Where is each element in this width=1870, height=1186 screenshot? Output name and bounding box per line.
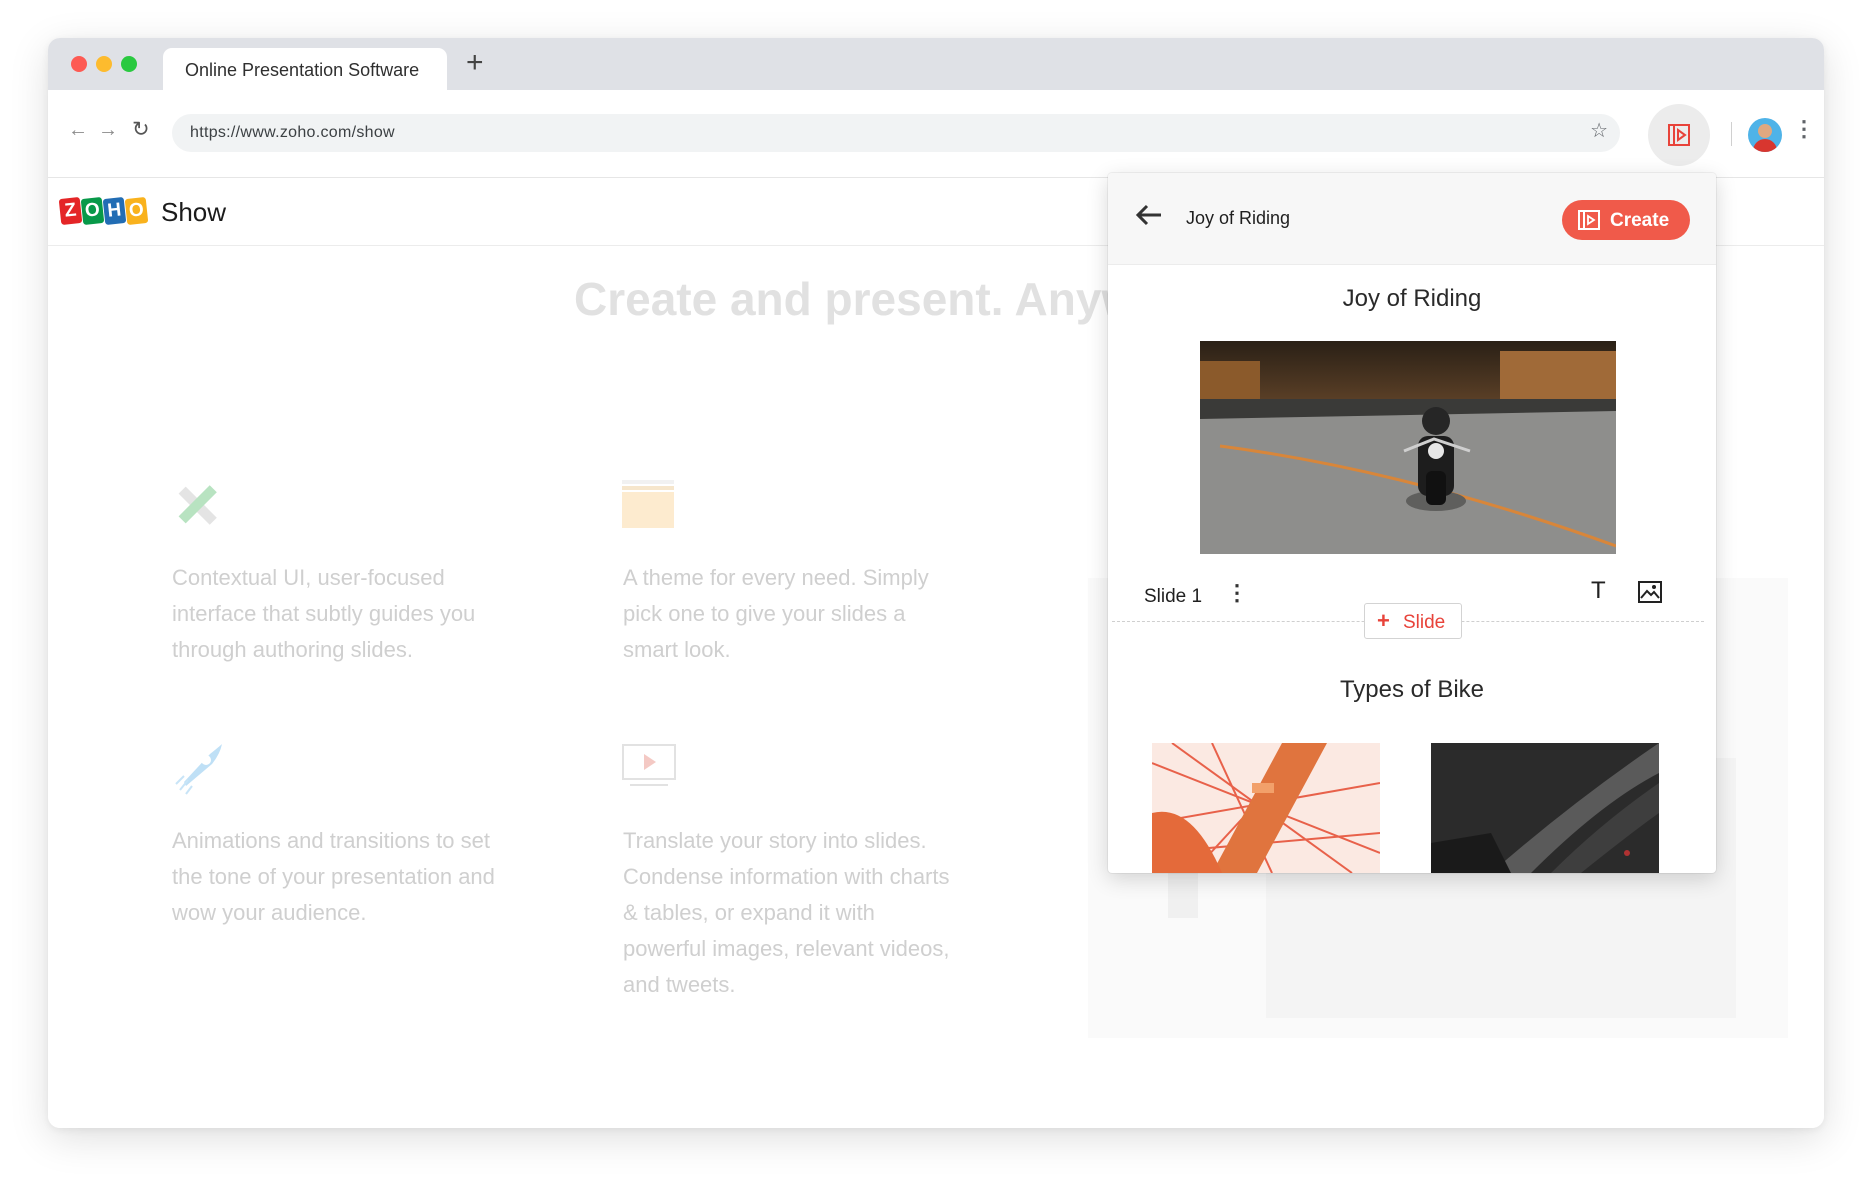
reload-icon[interactable]: ↻ [132, 119, 150, 140]
image-tool-icon[interactable] [1638, 581, 1662, 603]
forward-arrow-icon[interactable]: → [98, 120, 118, 140]
tab-title: Online Presentation Software [185, 60, 420, 80]
extension-button[interactable] [1648, 104, 1710, 166]
rocket-icon [175, 744, 222, 795]
logo-letter: O [80, 196, 105, 226]
product-name: Show [161, 197, 227, 227]
slide-heading: Types of Bike [1339, 676, 1485, 703]
create-label: Create [1610, 210, 1670, 231]
bookmark-star-icon[interactable]: ☆ [1590, 121, 1608, 141]
folder-icon [622, 480, 674, 528]
add-slide-label: Slide [1403, 612, 1446, 633]
feature-text: Translate your story into slides. Conden… [623, 828, 950, 997]
close-window-button[interactable] [71, 56, 87, 72]
maximize-window-button[interactable] [121, 56, 137, 72]
tab-strip: Online Presentation Software + [48, 38, 1824, 90]
back-arrow-icon[interactable]: ← [68, 120, 88, 140]
feature-text: Animations and transitions to set the to… [172, 828, 495, 925]
address-bar[interactable]: https://www.zoho.com/show ☆ [172, 114, 1620, 152]
slide-number-label: Slide 1 [1144, 586, 1203, 607]
toolbar-divider [1731, 122, 1732, 146]
slide-options-icon[interactable]: ⋮ [1226, 582, 1248, 604]
bike-dark-image[interactable] [1431, 743, 1659, 873]
text-tool-icon[interactable]: T [1591, 578, 1606, 604]
show-extension-panel: Joy of Riding Create Joy of Riding Slide… [1108, 173, 1716, 873]
browser-tab[interactable]: Online Presentation Software [163, 48, 447, 90]
browser-toolbar: ← → ↻ https://www.zoho.com/show ☆ ⋮ [48, 90, 1824, 178]
slide-1-image[interactable] [1200, 341, 1616, 554]
hero-heading: Create and present. Anyw [574, 273, 1138, 325]
motorcycle-rider-image [1200, 341, 1616, 554]
panel-header: Joy of Riding Create [1108, 173, 1716, 265]
panel-title: Joy of Riding [1186, 208, 1291, 228]
screen: Online Presentation Software + ← → ↻ htt… [0, 0, 1870, 1186]
feature-text: A theme for every need. Simply pick one … [623, 565, 929, 662]
feature-text: Contextual UI, user-focused interface th… [172, 565, 476, 662]
minimize-window-button[interactable] [96, 56, 112, 72]
bike-wheel-image[interactable] [1152, 743, 1380, 873]
avatar-body [1753, 139, 1777, 152]
menu-kebab-icon[interactable]: ⋮ [1793, 118, 1815, 140]
create-button[interactable]: Create [1562, 200, 1690, 240]
play-screen-icon [622, 744, 676, 786]
add-icon: + [1377, 608, 1390, 633]
dark-wheel-photo [1431, 743, 1659, 873]
slide-heading: Joy of Riding [1342, 285, 1482, 312]
extension-icon [1668, 124, 1690, 146]
orange-wheel-photo [1152, 743, 1380, 873]
avatar-face [1758, 124, 1772, 138]
logo-letter: Z [58, 196, 83, 226]
profile-avatar[interactable] [1748, 118, 1782, 152]
back-arrow-icon[interactable] [1134, 200, 1164, 230]
logo-letter: H [102, 196, 127, 226]
pencil-ruler-icon [178, 485, 217, 525]
presentation-icon [1578, 210, 1600, 230]
logo-letter: O [124, 196, 149, 226]
new-tab-button[interactable]: + [466, 48, 484, 78]
url-text: https://www.zoho.com/show [190, 124, 395, 141]
add-slide-button[interactable]: + Slide [1364, 603, 1462, 639]
